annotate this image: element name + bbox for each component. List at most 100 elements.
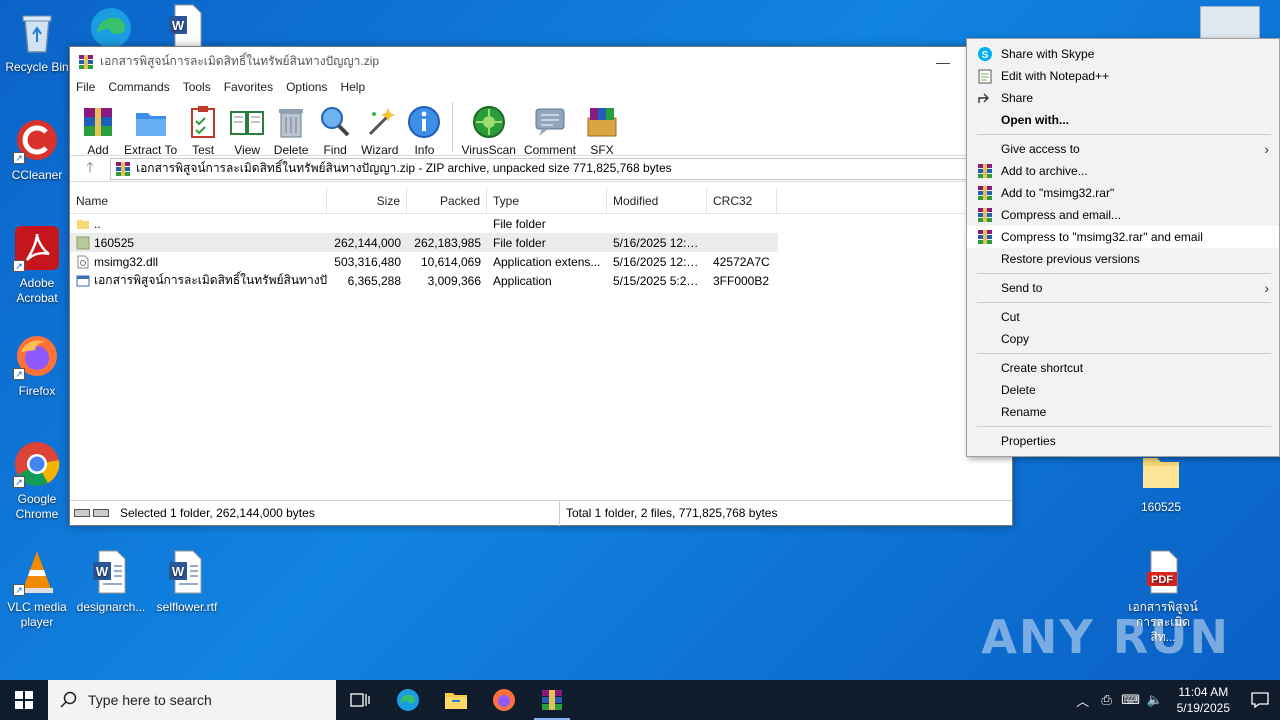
title-bar[interactable]: เอกสารพิสูจน์การละเมิดสิทธิ์ในทรัพย์สินท…	[70, 47, 1012, 76]
desktop-icon-firefox[interactable]: ↗ Firefox	[0, 332, 74, 399]
menu-item-copy[interactable]: Copy	[967, 328, 1279, 350]
wizard-button[interactable]: Wizard	[361, 98, 398, 157]
taskbar-winrar[interactable]	[528, 680, 576, 720]
desktop-icon-selflower[interactable]: W selflower.rtf	[150, 548, 224, 615]
add-label: Add	[87, 143, 109, 157]
network-icon[interactable]: ⌨	[1119, 692, 1143, 708]
taskbar-file-explorer[interactable]	[432, 680, 480, 720]
volume-icon[interactable]: 🔈	[1143, 692, 1167, 708]
menu-tools[interactable]: Tools	[183, 80, 211, 94]
pdf-file-icon: PDF	[1139, 548, 1187, 596]
menu-options[interactable]: Options	[286, 80, 327, 94]
drive-icon[interactable]	[74, 507, 110, 519]
cell-packed: 262,183,985	[414, 235, 481, 250]
menu-item-add-to-archive[interactable]: Add to archive...	[967, 160, 1279, 182]
window-title: เอกสารพิสูจน์การละเมิดสิทธิ์ในทรัพย์สินท…	[100, 54, 380, 68]
table-row-selected[interactable]: 160525 262,144,000 262,183,985 File fold…	[70, 233, 778, 252]
taskbar-search-box[interactable]: Type here to search	[48, 680, 336, 720]
winrar-window: เอกสารพิสูจน์การละเมิดสิทธิ์ในทรัพย์สินท…	[69, 46, 1014, 526]
table-row[interactable]: msimg32.dll 503,316,480 10,614,069 Appli…	[70, 252, 1014, 271]
virusscan-button[interactable]: VirusScan	[461, 98, 516, 157]
comment-button[interactable]: Comment	[524, 98, 576, 157]
menu-commands[interactable]: Commands	[108, 80, 169, 94]
menu-file[interactable]: File	[76, 80, 95, 94]
start-button[interactable]	[0, 680, 48, 720]
desktop-icon-vlc[interactable]: ↗ VLC media player	[0, 548, 74, 630]
menu-item-create-shortcut[interactable]: Create shortcut	[967, 357, 1279, 379]
task-view-button[interactable]	[336, 680, 384, 720]
menu-item-cut[interactable]: Cut	[967, 306, 1279, 328]
shortcut-arrow-icon: ↗	[13, 584, 25, 596]
cell-packed: 3,009,366	[427, 273, 481, 288]
sfx-button[interactable]: SFX	[584, 98, 620, 157]
column-header-modified[interactable]: Modified	[607, 187, 707, 214]
delete-button[interactable]: Delete	[273, 98, 309, 157]
column-header-crc32[interactable]: CRC32	[707, 187, 777, 214]
table-row[interactable]: เอกสารพิสูจน์การละเมิดสิทธิ์ในทรัพย์สินท…	[70, 271, 1014, 290]
desktop-icon-adobe-acrobat[interactable]: ↗ Adobe Acrobat	[0, 224, 74, 306]
up-arrow-icon[interactable]: 🡑	[70, 157, 110, 181]
network-device-icon[interactable]: ⎙	[1095, 692, 1119, 708]
info-icon	[408, 106, 441, 138]
desktop-icon-label: selflower.rtf	[156, 600, 218, 614]
notification-center-button[interactable]	[1240, 692, 1280, 708]
column-header-name[interactable]: Name	[70, 187, 327, 214]
menu-item-rename[interactable]: Rename	[967, 401, 1279, 423]
cell-packed: 10,614,069	[420, 254, 481, 269]
desktop-icon-designarch[interactable]: W designarch...	[74, 548, 148, 615]
cell-name: msimg32.dll	[94, 254, 159, 269]
menu-favorites[interactable]: Favorites	[224, 80, 273, 94]
add-button[interactable]: Add	[80, 98, 116, 157]
chevron-up-icon[interactable]: ︿	[1071, 691, 1095, 710]
column-header-packed[interactable]: Packed	[407, 187, 487, 214]
menu-item-share[interactable]: Share	[967, 87, 1279, 109]
desktop-icon-folder-160525[interactable]: 160525	[1124, 448, 1198, 515]
menu-separator	[977, 353, 1271, 354]
winrar-icon	[978, 208, 992, 222]
system-tray: ︿ ⎙ ⌨ 🔈 11:04 AM 5/19/2025	[1071, 680, 1280, 720]
view-book-icon	[230, 111, 265, 135]
menu-item-delete[interactable]: Delete	[967, 379, 1279, 401]
clock[interactable]: 11:04 AM 5/19/2025	[1177, 684, 1230, 716]
desktop-icon-ccleaner[interactable]: ↗ CCleaner	[0, 116, 74, 183]
add-archive-icon	[84, 108, 112, 136]
taskbar-firefox[interactable]	[480, 680, 528, 720]
menu-item-give-access-to[interactable]: Give access to ›	[967, 138, 1279, 160]
view-button[interactable]: View	[229, 98, 265, 157]
extract-to-button[interactable]: Extract To	[124, 98, 177, 157]
menu-item-edit-with-notepadpp[interactable]: Edit with Notepad++	[967, 65, 1279, 87]
table-row[interactable]: .. File folder	[70, 214, 1014, 233]
column-header-type[interactable]: Type	[487, 187, 607, 214]
chevron-right-icon: ›	[1264, 141, 1269, 157]
menu-item-add-to-rar[interactable]: Add to "msimg32.rar"	[967, 182, 1279, 204]
context-menu: S Share with Skype Edit with Notepad++ S…	[966, 38, 1280, 457]
winrar-icon	[116, 161, 130, 176]
desktop-icon-recycle-bin[interactable]: Recycle Bin	[0, 8, 74, 75]
menu-item-properties[interactable]: Properties	[967, 430, 1279, 452]
info-label: Info	[414, 143, 435, 157]
desktop-icon-label: Google Chrome	[15, 492, 59, 521]
toolbar: Add Extract To Test View Delete Find Wiz…	[70, 98, 1012, 157]
menu-item-share-with-skype[interactable]: S Share with Skype	[967, 43, 1279, 65]
menu-item-restore-previous-versions[interactable]: Restore previous versions	[967, 248, 1279, 270]
archive-path[interactable]: เอกสารพิสูจน์การละเมิดสิทธิ์ในทรัพย์สินท…	[110, 157, 1012, 180]
winrar-icon	[978, 230, 992, 244]
menu-item-open-with[interactable]: Open with...	[967, 109, 1279, 131]
firefox-icon: ↗	[13, 332, 61, 380]
column-header-size[interactable]: Size	[327, 187, 407, 214]
find-button[interactable]: Find	[317, 98, 353, 157]
desktop-icon-google-chrome[interactable]: ↗ Google Chrome	[0, 440, 74, 522]
minimize-button[interactable]: —	[920, 47, 966, 76]
svg-text:PDF: PDF	[1151, 574, 1173, 586]
test-button[interactable]: Test	[185, 98, 221, 157]
anyrun-watermark: ANY RUN	[981, 610, 1230, 664]
status-selected: Selected 1 folder, 262,144,000 bytes	[120, 506, 315, 520]
skype-icon: S	[978, 47, 992, 61]
info-button[interactable]: Info	[406, 98, 442, 157]
menu-item-compress-to-rar-and-email[interactable]: Compress to "msimg32.rar" and email	[967, 226, 1279, 248]
menu-item-compress-and-email[interactable]: Compress and email...	[967, 204, 1279, 226]
menu-item-send-to[interactable]: Send to ›	[967, 277, 1279, 299]
menu-help[interactable]: Help	[340, 80, 365, 94]
desktop-icon-label: Recycle Bin	[5, 60, 69, 74]
taskbar-edge[interactable]	[384, 680, 432, 720]
